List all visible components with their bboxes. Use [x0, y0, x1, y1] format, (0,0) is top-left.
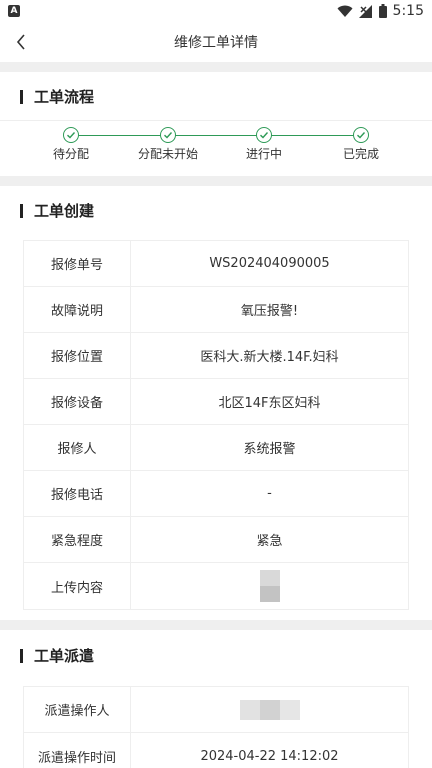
step-in-progress: 进行中	[224, 127, 304, 162]
row-key: 紧急程度	[24, 517, 131, 562]
page-title: 维修工单详情	[174, 35, 258, 51]
row-value	[131, 687, 408, 732]
redacted-operator-name	[239, 699, 300, 720]
divider	[0, 620, 432, 630]
row-value: WS202404090005	[209, 256, 330, 271]
row-value: 北区14F东区妇科	[218, 396, 321, 411]
signal-icon	[358, 4, 372, 18]
row-key: 报修人	[24, 425, 131, 470]
section-marker	[20, 90, 23, 104]
check-circle-icon	[63, 127, 79, 143]
creation-section-title: 工单创建	[34, 202, 95, 220]
battery-icon	[378, 4, 387, 18]
row-key: 报修位置	[24, 333, 131, 378]
row-key: 派遣操作人	[24, 687, 131, 732]
section-marker	[20, 649, 23, 663]
progress-line	[79, 135, 361, 136]
row-value: 氧压报警!	[240, 304, 299, 319]
divider	[0, 176, 432, 186]
flow-section-title: 工单流程	[34, 88, 95, 106]
row-value: -	[267, 486, 272, 501]
table-row: 紧急程度 紧急	[24, 517, 408, 563]
row-key: 派遣操作时间	[24, 733, 131, 768]
clock-text: 5:15	[392, 3, 424, 19]
check-circle-icon	[256, 127, 272, 143]
dispatch-section-header: 工单派遣	[0, 635, 432, 675]
dispatch-table: 派遣操作人 派遣操作时间 2024-04-22 14:12:02	[23, 686, 409, 768]
wifi-icon	[337, 5, 353, 17]
divider	[0, 62, 432, 72]
row-key: 上传内容	[24, 563, 131, 609]
flow-section-header: 工单流程	[0, 76, 432, 116]
check-circle-icon	[353, 127, 369, 143]
section-marker	[20, 204, 23, 218]
nav-bar: 维修工单详情	[0, 24, 432, 60]
step-assigned: 分配未开始	[128, 127, 208, 162]
row-value: 系统报警	[243, 442, 296, 457]
step-label: 进行中	[245, 147, 282, 161]
row-value: 2024-04-22 14:12:02	[200, 748, 339, 764]
step-label: 已完成	[342, 147, 379, 161]
app-badge-icon: A	[8, 5, 20, 17]
check-circle-icon	[160, 127, 176, 143]
row-value	[131, 563, 408, 609]
creation-section-header: 工单创建	[0, 190, 432, 230]
status-right: 5:15	[337, 3, 424, 19]
row-key: 报修设备	[24, 379, 131, 424]
step-label: 分配未开始	[137, 147, 198, 161]
step-pending: 待分配	[31, 127, 111, 162]
row-value: 医科大.新大楼.14F.妇科	[200, 350, 339, 365]
step-completed: 已完成	[321, 127, 401, 162]
upload-thumbnail[interactable]	[259, 570, 280, 602]
table-row: 报修单号 WS202404090005	[24, 241, 408, 287]
row-key: 报修单号	[24, 241, 131, 286]
table-row: 故障说明 氧压报警!	[24, 287, 408, 333]
table-row: 报修人 系统报警	[24, 425, 408, 471]
row-key: 故障说明	[24, 287, 131, 332]
table-row: 报修位置 医科大.新大楼.14F.妇科	[24, 333, 408, 379]
table-row: 报修电话 -	[24, 471, 408, 517]
flow-steps: 待分配 分配未开始 进行中 已完成	[0, 120, 432, 176]
creation-table: 报修单号 WS202404090005 故障说明 氧压报警! 报修位置 医科大.…	[23, 240, 409, 610]
table-row: 上传内容	[24, 563, 408, 609]
step-label: 待分配	[52, 147, 89, 161]
status-bar: A 5:15	[0, 0, 432, 24]
row-key: 报修电话	[24, 471, 131, 516]
table-row: 报修设备 北区14F东区妇科	[24, 379, 408, 425]
table-row: 派遣操作时间 2024-04-22 14:12:02	[24, 733, 408, 768]
dispatch-section-title: 工单派遣	[34, 647, 95, 665]
table-row: 派遣操作人	[24, 687, 408, 733]
row-value: 紧急	[256, 534, 283, 549]
